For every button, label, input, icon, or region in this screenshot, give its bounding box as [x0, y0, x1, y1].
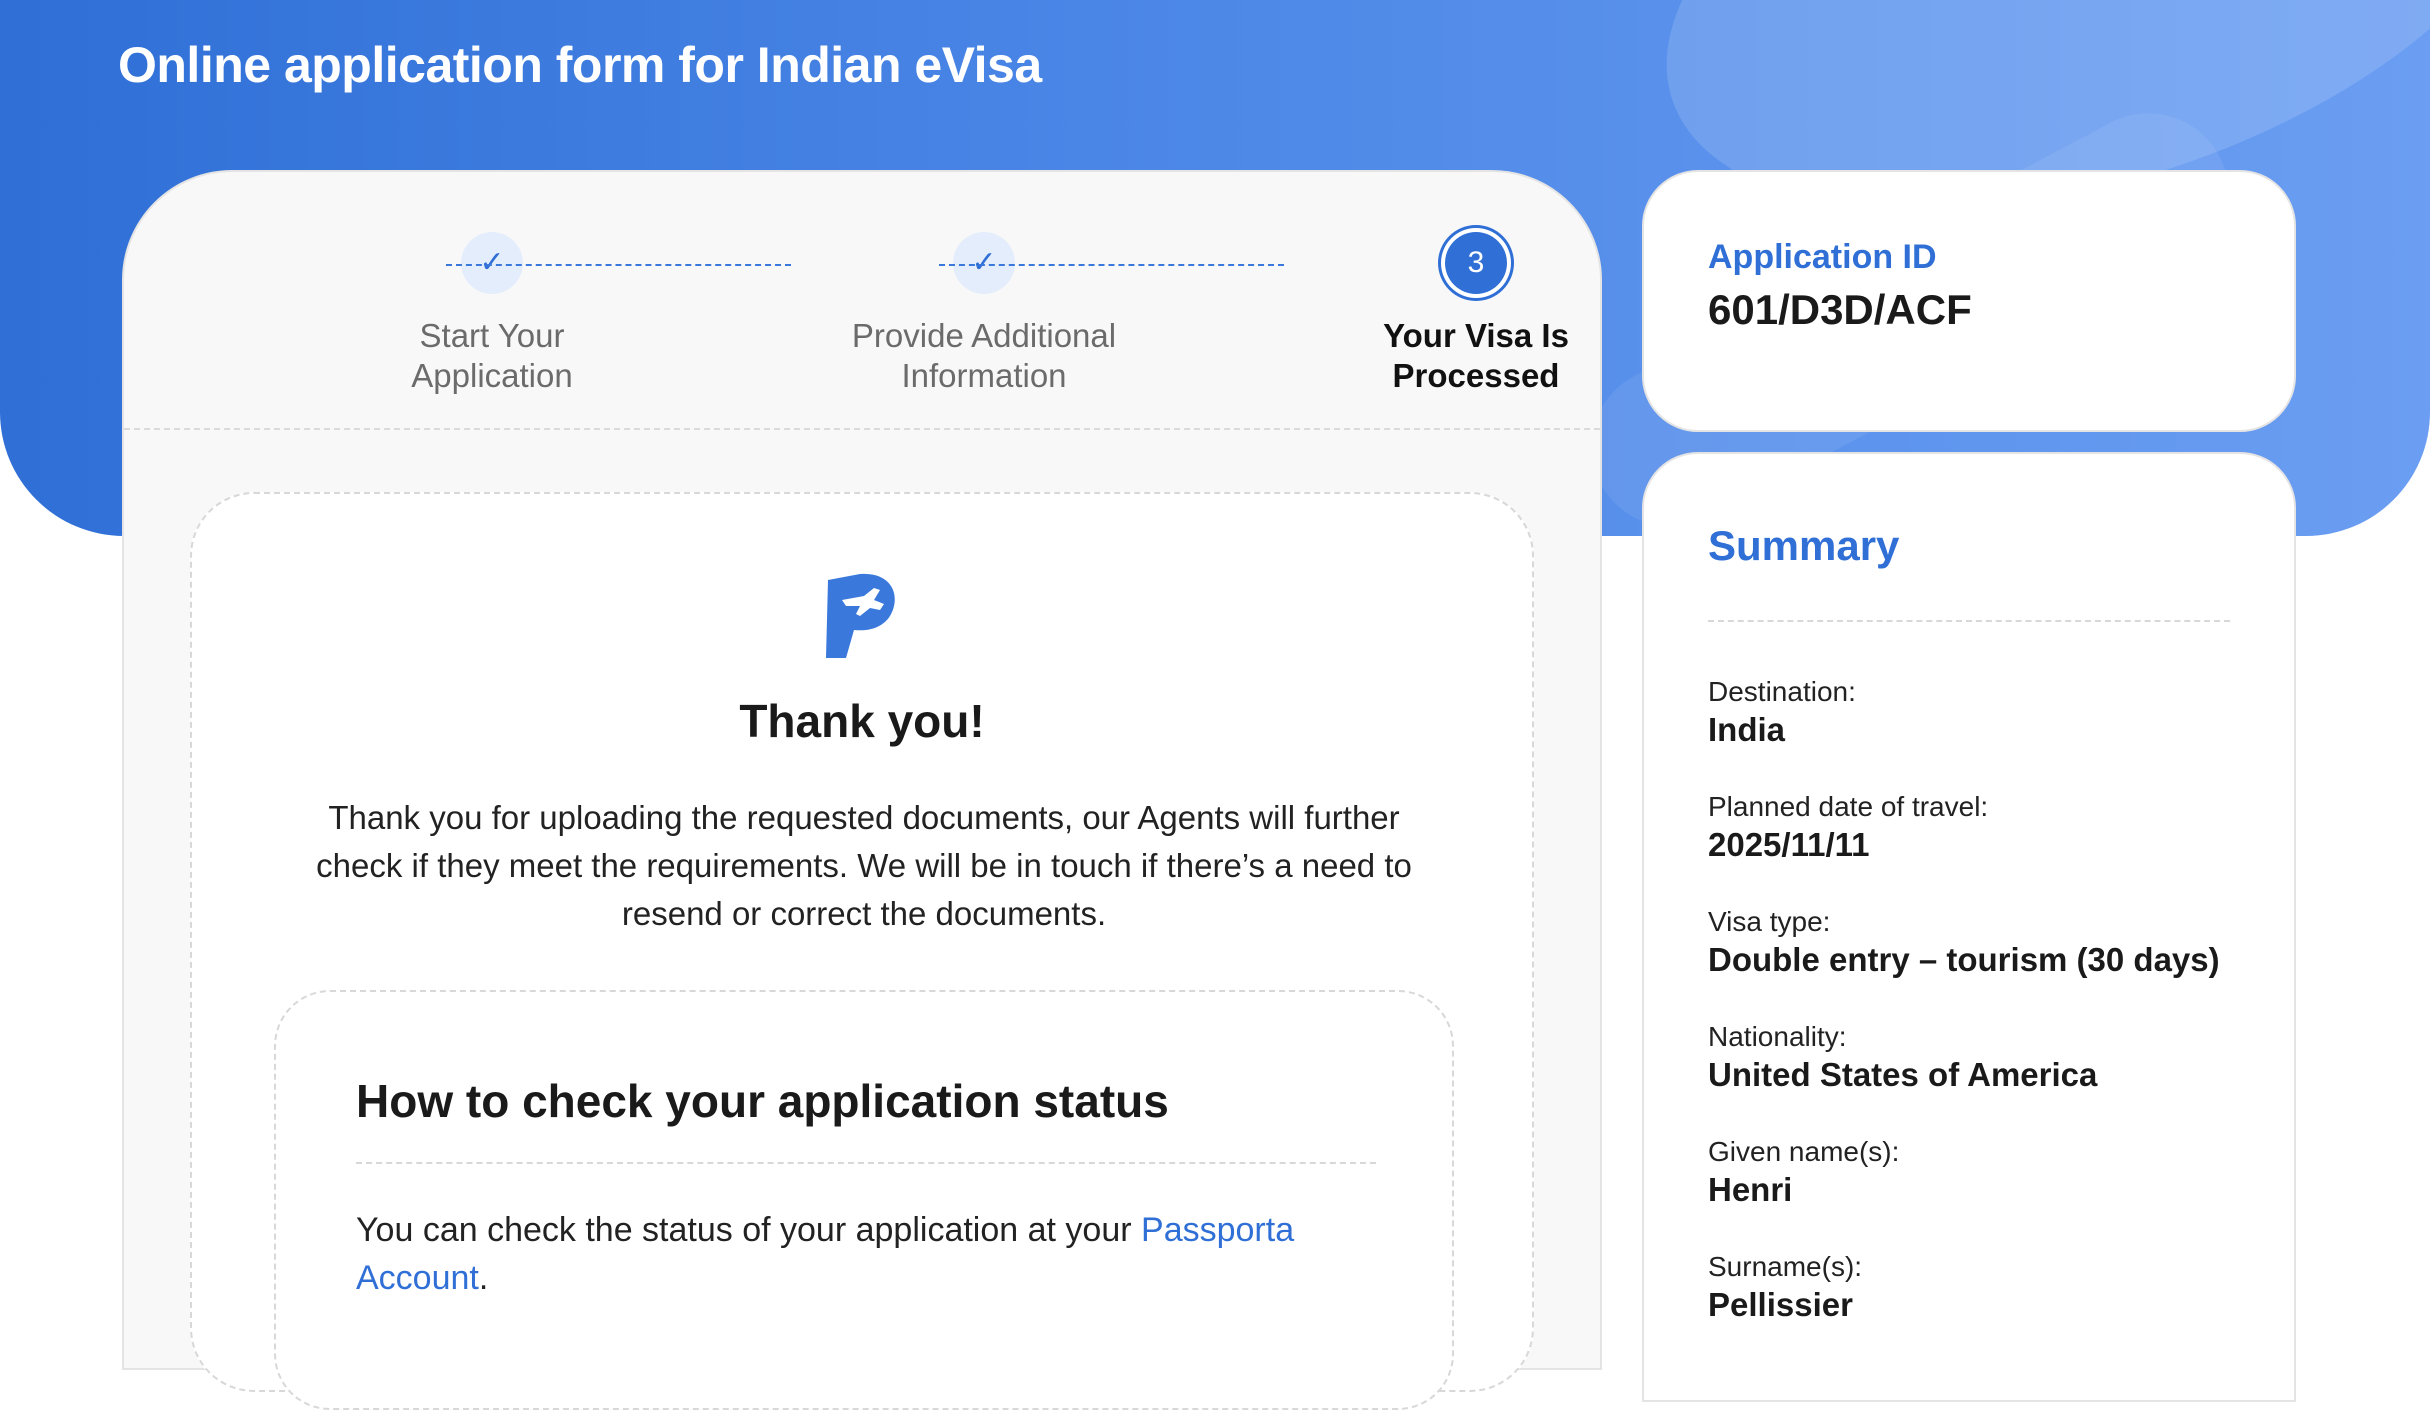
summary-value: Henri [1708, 1171, 1793, 1208]
status-info-card: How to check your application status You… [274, 990, 1454, 1410]
step-visa-processed: 3 Your Visa Is Processed [1326, 232, 1626, 396]
step-label: Provide Additional Information [851, 317, 1117, 394]
summary-value: India [1708, 711, 1786, 748]
summary-item-visa-type: Visa type: Double entry – tourism (30 da… [1708, 904, 2268, 1019]
thank-you-heading: Thank you! [739, 695, 985, 747]
divider [1708, 620, 2230, 622]
summary-key: Destination: [1708, 676, 1856, 707]
application-id-label: Application ID [1708, 238, 1937, 276]
passporta-logo-icon [826, 573, 895, 658]
application-id-card: Application ID 601/D3D/ACF [1642, 170, 2296, 432]
progress-stepper: ✓ Start Your Application ✓ Provide Addit… [124, 172, 1600, 430]
summary-item-nationality: Nationality: United States of America [1708, 1019, 2268, 1134]
step-connector [446, 264, 791, 266]
step-label: Your Visa Is Processed [1383, 317, 1569, 394]
application-card: ✓ Start Your Application ✓ Provide Addit… [122, 170, 1602, 1410]
summary-item-surnames: Surname(s): Pellissier [1708, 1249, 2268, 1364]
summary-list: Destination: India Planned date of trave… [1708, 674, 2268, 1364]
step-label: Start Your Application [411, 317, 573, 394]
summary-value: 2025/11/11 [1708, 826, 1870, 863]
summary-heading: Summary [1708, 522, 1900, 569]
summary-key: Planned date of travel: [1708, 791, 1989, 822]
summary-item-travel-date: Planned date of travel: 2025/11/11 [1708, 789, 2268, 904]
summary-value: United States of America [1708, 1056, 2098, 1093]
status-text-suffix: . [478, 1259, 489, 1297]
step-connector [939, 264, 1284, 266]
summary-key: Given name(s): [1708, 1136, 1900, 1167]
check-icon: ✓ [953, 232, 1015, 294]
page-title: Online application form for Indian eVisa [118, 37, 1042, 93]
step-start-application: ✓ Start Your Application [342, 232, 642, 396]
summary-card: Summary Destination: India Planned date … [1642, 452, 2296, 1402]
step-additional-information: ✓ Provide Additional Information [834, 232, 1134, 396]
summary-item-destination: Destination: India [1708, 674, 2268, 789]
status-text-prefix: You can check the status of your applica… [356, 1211, 1142, 1249]
thank-you-panel: Thank you! Thank you for uploading the r… [190, 492, 1534, 1410]
application-id-value: 601/D3D/ACF [1708, 286, 1972, 333]
summary-item-given-names: Given name(s): Henri [1708, 1134, 2268, 1249]
status-instructions: You can check the status of your applica… [356, 1206, 1356, 1302]
status-heading: How to check your application status [356, 1075, 1169, 1127]
step-number-badge: 3 [1445, 232, 1507, 294]
summary-value: Pellissier [1708, 1286, 1853, 1323]
check-icon: ✓ [461, 232, 523, 294]
summary-key: Nationality: [1708, 1021, 1847, 1052]
divider [356, 1162, 1376, 1164]
thank-you-message: Thank you for uploading the requested do… [316, 799, 1412, 932]
summary-key: Visa type: [1708, 906, 1831, 937]
summary-value: Double entry – tourism (30 days) [1708, 941, 2220, 978]
summary-key: Surname(s): [1708, 1251, 1863, 1282]
